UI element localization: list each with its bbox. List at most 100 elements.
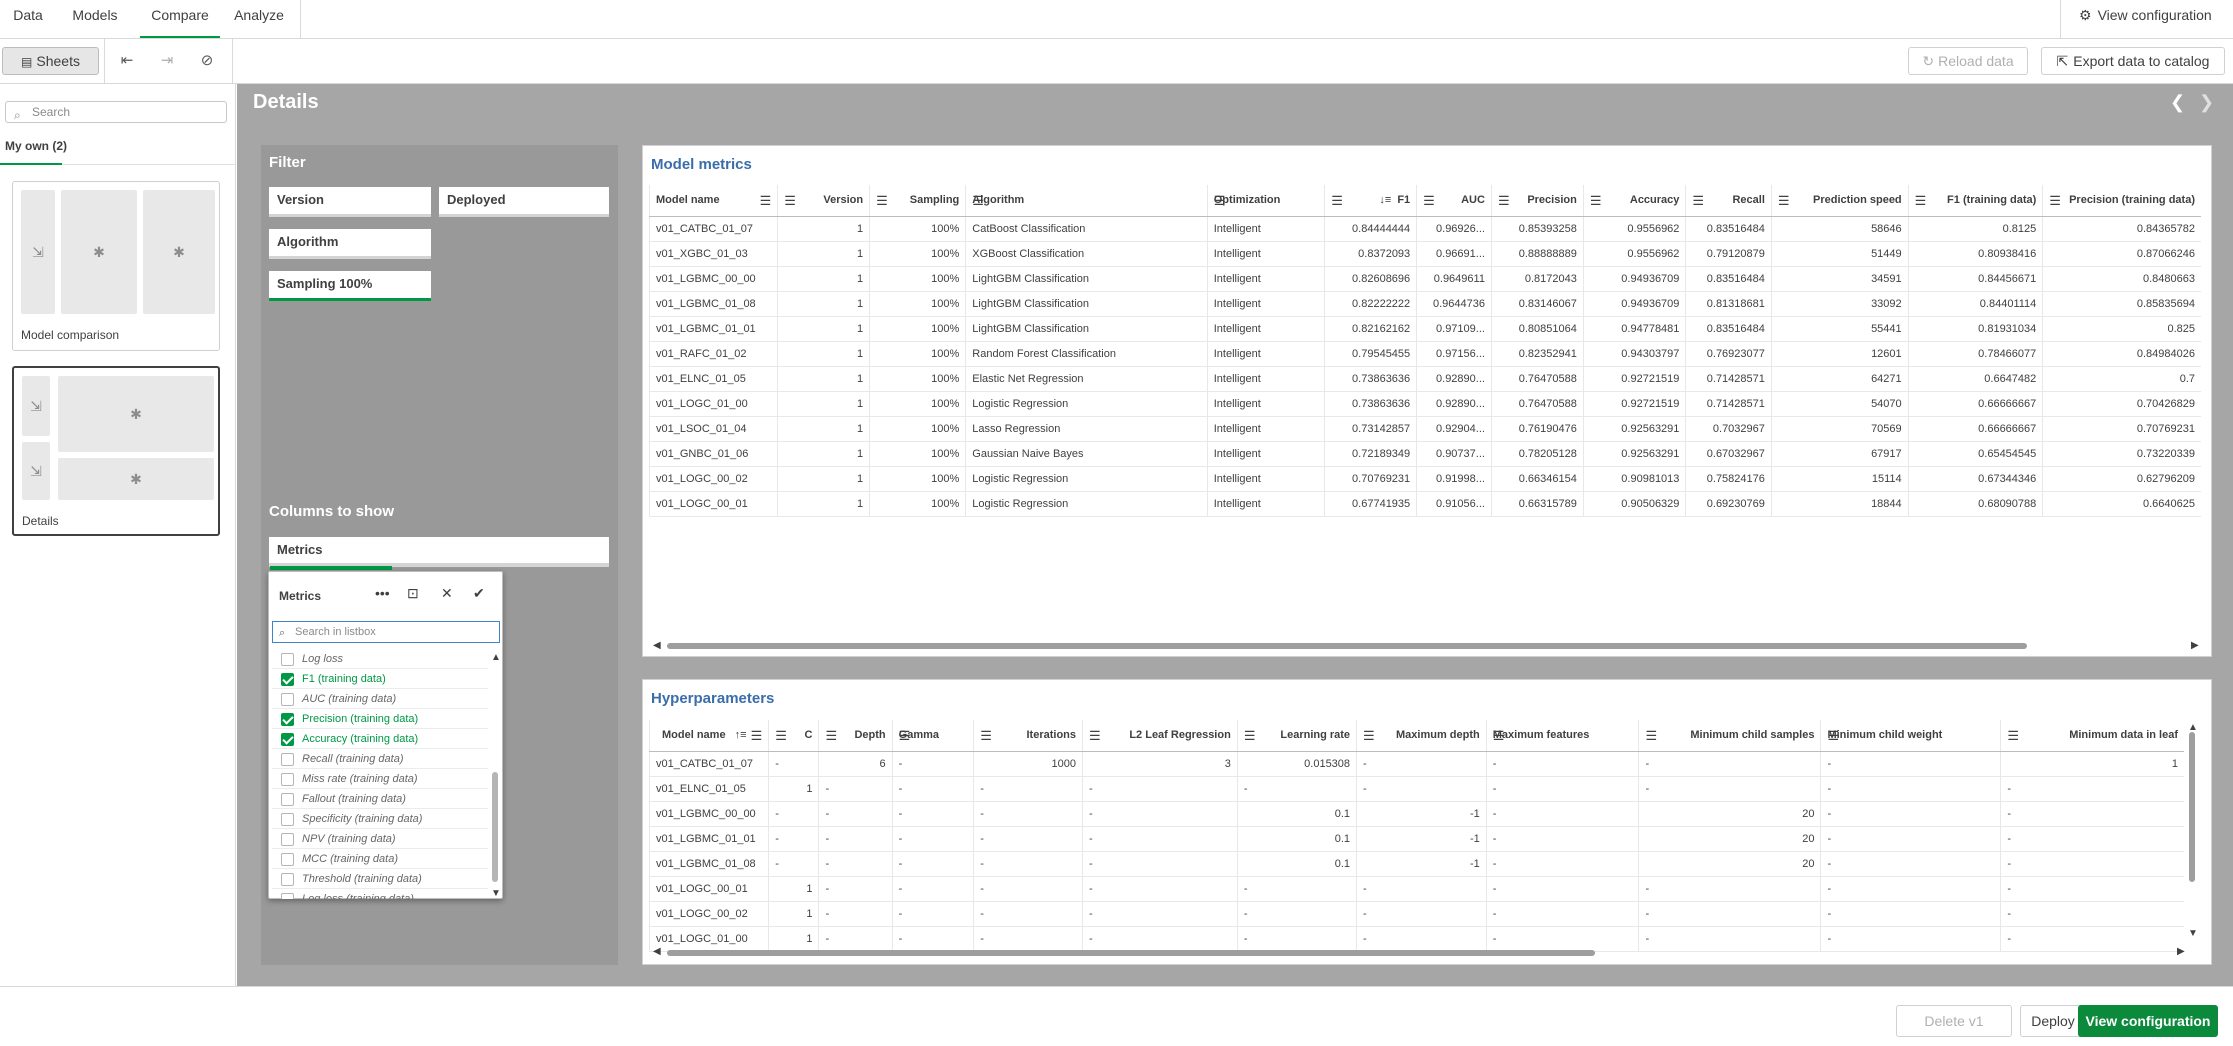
table-row[interactable]: v01_LOGC_00_02 1- - - - - - - - - - — [648, 901, 2184, 927]
table-cell[interactable]: Intelligent — [1206, 441, 1325, 467]
table-cell[interactable]: 100% — [869, 316, 966, 342]
table-cell[interactable]: Intelligent — [1206, 416, 1325, 442]
previous-sheet-icon[interactable]: ❮ — [2170, 92, 2185, 113]
table-cell[interactable]: XGBoost Classification — [965, 241, 1208, 267]
table-cell[interactable]: 1 — [777, 316, 870, 342]
table-cell[interactable]: - — [973, 926, 1083, 952]
listbox-item[interactable]: NPV (training data) — [272, 829, 488, 849]
column-menu-icon[interactable]: ☰ — [1778, 193, 1790, 209]
table-cell[interactable]: 0.71428571 — [1685, 391, 1772, 417]
table-cell[interactable]: 100% — [869, 341, 966, 367]
table-cell[interactable]: 0.1 — [1236, 851, 1357, 877]
table-cell[interactable]: 1 — [777, 416, 870, 442]
sort-icon[interactable]: ↑≡ — [732, 729, 747, 741]
table-cell[interactable]: - — [1638, 776, 1821, 802]
table-cell[interactable]: 0.92563291 — [1582, 441, 1686, 467]
table-cell[interactable]: 0.76923077 — [1685, 341, 1772, 367]
hyperparameters-vscroll-thumb[interactable] — [2189, 732, 2195, 882]
model-metrics-scroll-thumb[interactable] — [667, 643, 2027, 649]
sort-icon[interactable]: ↓≡ — [1379, 194, 1391, 206]
table-cell[interactable]: 58646 — [1770, 216, 1909, 242]
column-header[interactable]: ☰ F1 (training data) — [1907, 185, 2043, 217]
table-cell[interactable]: 67917 — [1770, 441, 1909, 467]
table-row[interactable]: v01_LGBMC_00_00- - - - -0.1 -1-20- - — [648, 801, 2184, 827]
table-cell[interactable]: - — [891, 876, 974, 902]
table-cell[interactable]: Lasso Regression — [965, 416, 1208, 442]
table-cell[interactable]: - — [1820, 926, 2001, 952]
column-menu-icon[interactable]: ☰ — [760, 193, 772, 209]
table-cell[interactable]: - — [1236, 876, 1357, 902]
table-cell[interactable]: 1 — [777, 216, 870, 242]
more-options-icon[interactable]: ••• — [375, 585, 390, 601]
table-cell[interactable]: - — [2000, 926, 2184, 952]
table-cell[interactable]: - — [1485, 851, 1639, 877]
sheet-card-model-comparison[interactable]: ⇲ ✱ ✱ Model comparison — [12, 181, 220, 351]
table-cell[interactable]: - — [1820, 751, 2001, 777]
table-cell[interactable]: 0.92904... — [1416, 416, 1492, 442]
table-cell[interactable]: 20 — [1638, 826, 1821, 852]
table-cell[interactable]: 0.94303797 — [1582, 341, 1686, 367]
table-cell[interactable]: 0.81318681 — [1685, 291, 1772, 317]
table-cell[interactable]: 0.7032967 — [1685, 416, 1772, 442]
scroll-down-icon[interactable]: ▼ — [2188, 928, 2198, 939]
table-cell[interactable]: - — [1485, 826, 1639, 852]
table-cell[interactable]: - — [1236, 926, 1357, 952]
table-cell[interactable]: 1 — [2000, 751, 2184, 777]
table-cell[interactable]: - — [1820, 876, 2001, 902]
table-cell[interactable]: - — [1485, 926, 1639, 952]
table-cell[interactable]: 64271 — [1770, 366, 1909, 392]
column-menu-icon[interactable]: ☰ — [1493, 728, 1505, 744]
table-cell[interactable]: 1000 — [973, 751, 1083, 777]
scroll-left-icon[interactable]: ◀ — [653, 946, 661, 957]
table-cell[interactable]: 20 — [1638, 851, 1821, 877]
table-cell[interactable]: 100% — [869, 416, 966, 442]
column-header[interactable]: ☰ C — [768, 720, 819, 752]
column-menu-icon[interactable]: ☰ — [876, 193, 888, 209]
listbox-item[interactable]: Specificity (training data) — [272, 809, 488, 829]
table-cell[interactable]: 0.85835694 — [2042, 291, 2201, 317]
table-cell[interactable]: 0.8125 — [1907, 216, 2043, 242]
table-cell[interactable]: -1 — [1356, 826, 1487, 852]
column-menu-icon[interactable]: ☰ — [1331, 193, 1343, 209]
listbox-item[interactable]: MCC (training data) — [272, 849, 488, 869]
view-configuration-button[interactable]: View configuration — [2078, 1005, 2218, 1037]
table-cell[interactable]: - — [973, 801, 1083, 827]
table-cell[interactable]: 0.67032967 — [1685, 441, 1772, 467]
column-header[interactable]: ☰ Minimum child samples — [1638, 720, 1821, 752]
table-cell[interactable]: - — [1638, 901, 1821, 927]
filter-algorithm[interactable]: Algorithm — [269, 229, 431, 259]
table-cell[interactable]: v01_LOGC_01_00 — [648, 391, 778, 417]
column-header[interactable]: ☰ Version — [777, 185, 870, 217]
column-menu-icon[interactable]: ☰ — [751, 728, 763, 744]
table-row[interactable]: v01_LGBMC_01_01 1 100% LightGBM Classificat… — [648, 316, 2201, 342]
table-cell[interactable]: 0.66666667 — [1907, 391, 2043, 417]
table-cell[interactable]: - — [973, 826, 1083, 852]
table-cell[interactable]: - — [2000, 901, 2184, 927]
filter-sampling[interactable]: Sampling 100% — [269, 271, 431, 301]
column-menu-icon[interactable]: ☰ — [1363, 728, 1375, 744]
table-cell[interactable]: - — [1638, 926, 1821, 952]
table-cell[interactable]: - — [768, 851, 819, 877]
table-cell[interactable]: 0.92721519 — [1582, 366, 1686, 392]
listbox-item[interactable]: Log loss (training data) — [272, 889, 488, 899]
column-header[interactable]: ☰ Algorithm — [965, 185, 1208, 217]
table-cell[interactable]: 1 — [777, 241, 870, 267]
column-header[interactable]: ☰ Precision (training data) — [2042, 185, 2201, 217]
table-row[interactable]: v01_LOGC_00_01 1- - - - - - - - - - — [648, 876, 2184, 902]
column-menu-icon[interactable]: ☰ — [1214, 193, 1226, 209]
table-cell[interactable]: v01_CATBC_01_07 — [648, 216, 778, 242]
table-cell[interactable]: - — [973, 851, 1083, 877]
column-menu-icon[interactable]: ☰ — [775, 728, 787, 744]
table-cell[interactable]: - — [1236, 776, 1357, 802]
table-cell[interactable]: - — [973, 876, 1083, 902]
listbox-item[interactable]: Precision (training data) — [272, 709, 488, 729]
table-cell[interactable]: 1 — [777, 366, 870, 392]
checkbox[interactable] — [281, 693, 294, 706]
table-cell[interactable]: 0.67741935 — [1324, 491, 1417, 517]
table-cell[interactable]: 0.70769231 — [1324, 466, 1417, 492]
filter-version[interactable]: Version — [269, 187, 431, 217]
table-cell[interactable]: - — [1082, 801, 1238, 827]
listbox-item[interactable]: AUC (training data) — [272, 689, 488, 709]
checkbox[interactable] — [281, 653, 294, 666]
table-cell[interactable]: - — [818, 801, 893, 827]
